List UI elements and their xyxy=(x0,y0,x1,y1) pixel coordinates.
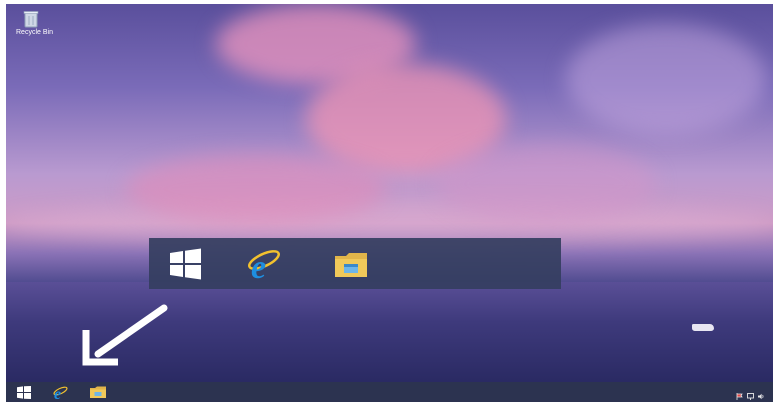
internet-explorer-icon: e xyxy=(248,249,280,281)
action-center-flag-icon[interactable] xyxy=(736,387,743,400)
recycle-bin-shortcut[interactable]: Recycle Bin xyxy=(16,10,53,36)
popup-file-explorer-button[interactable] xyxy=(333,248,369,280)
cloud xyxy=(126,154,386,224)
cloud xyxy=(436,144,656,224)
taskbar-internet-explorer-button[interactable]: e xyxy=(50,384,70,400)
pinned-apps-popup: e xyxy=(149,238,561,289)
taskbar-file-explorer-button[interactable] xyxy=(88,384,108,400)
popup-windows-button[interactable] xyxy=(167,248,203,280)
svg-text:e: e xyxy=(251,249,266,281)
recycle-bin-label: Recycle Bin xyxy=(16,29,53,36)
network-icon[interactable] xyxy=(747,387,754,400)
svg-text:e: e xyxy=(54,386,61,400)
pointer-arrow-graphic xyxy=(82,304,168,366)
recycle-bin-icon xyxy=(23,11,39,28)
windows-start-icon xyxy=(17,385,31,399)
file-explorer-icon xyxy=(90,386,106,398)
boat xyxy=(692,324,714,331)
volume-icon[interactable] xyxy=(758,387,765,400)
system-tray xyxy=(736,387,765,400)
popup-internet-explorer-button[interactable]: e xyxy=(245,248,281,281)
start-button[interactable] xyxy=(14,384,34,400)
taskbar: e xyxy=(6,382,773,402)
internet-explorer-icon: e xyxy=(53,386,68,400)
windows-icon xyxy=(170,248,201,280)
cloud xyxy=(566,24,766,134)
file-explorer-icon xyxy=(335,253,367,277)
